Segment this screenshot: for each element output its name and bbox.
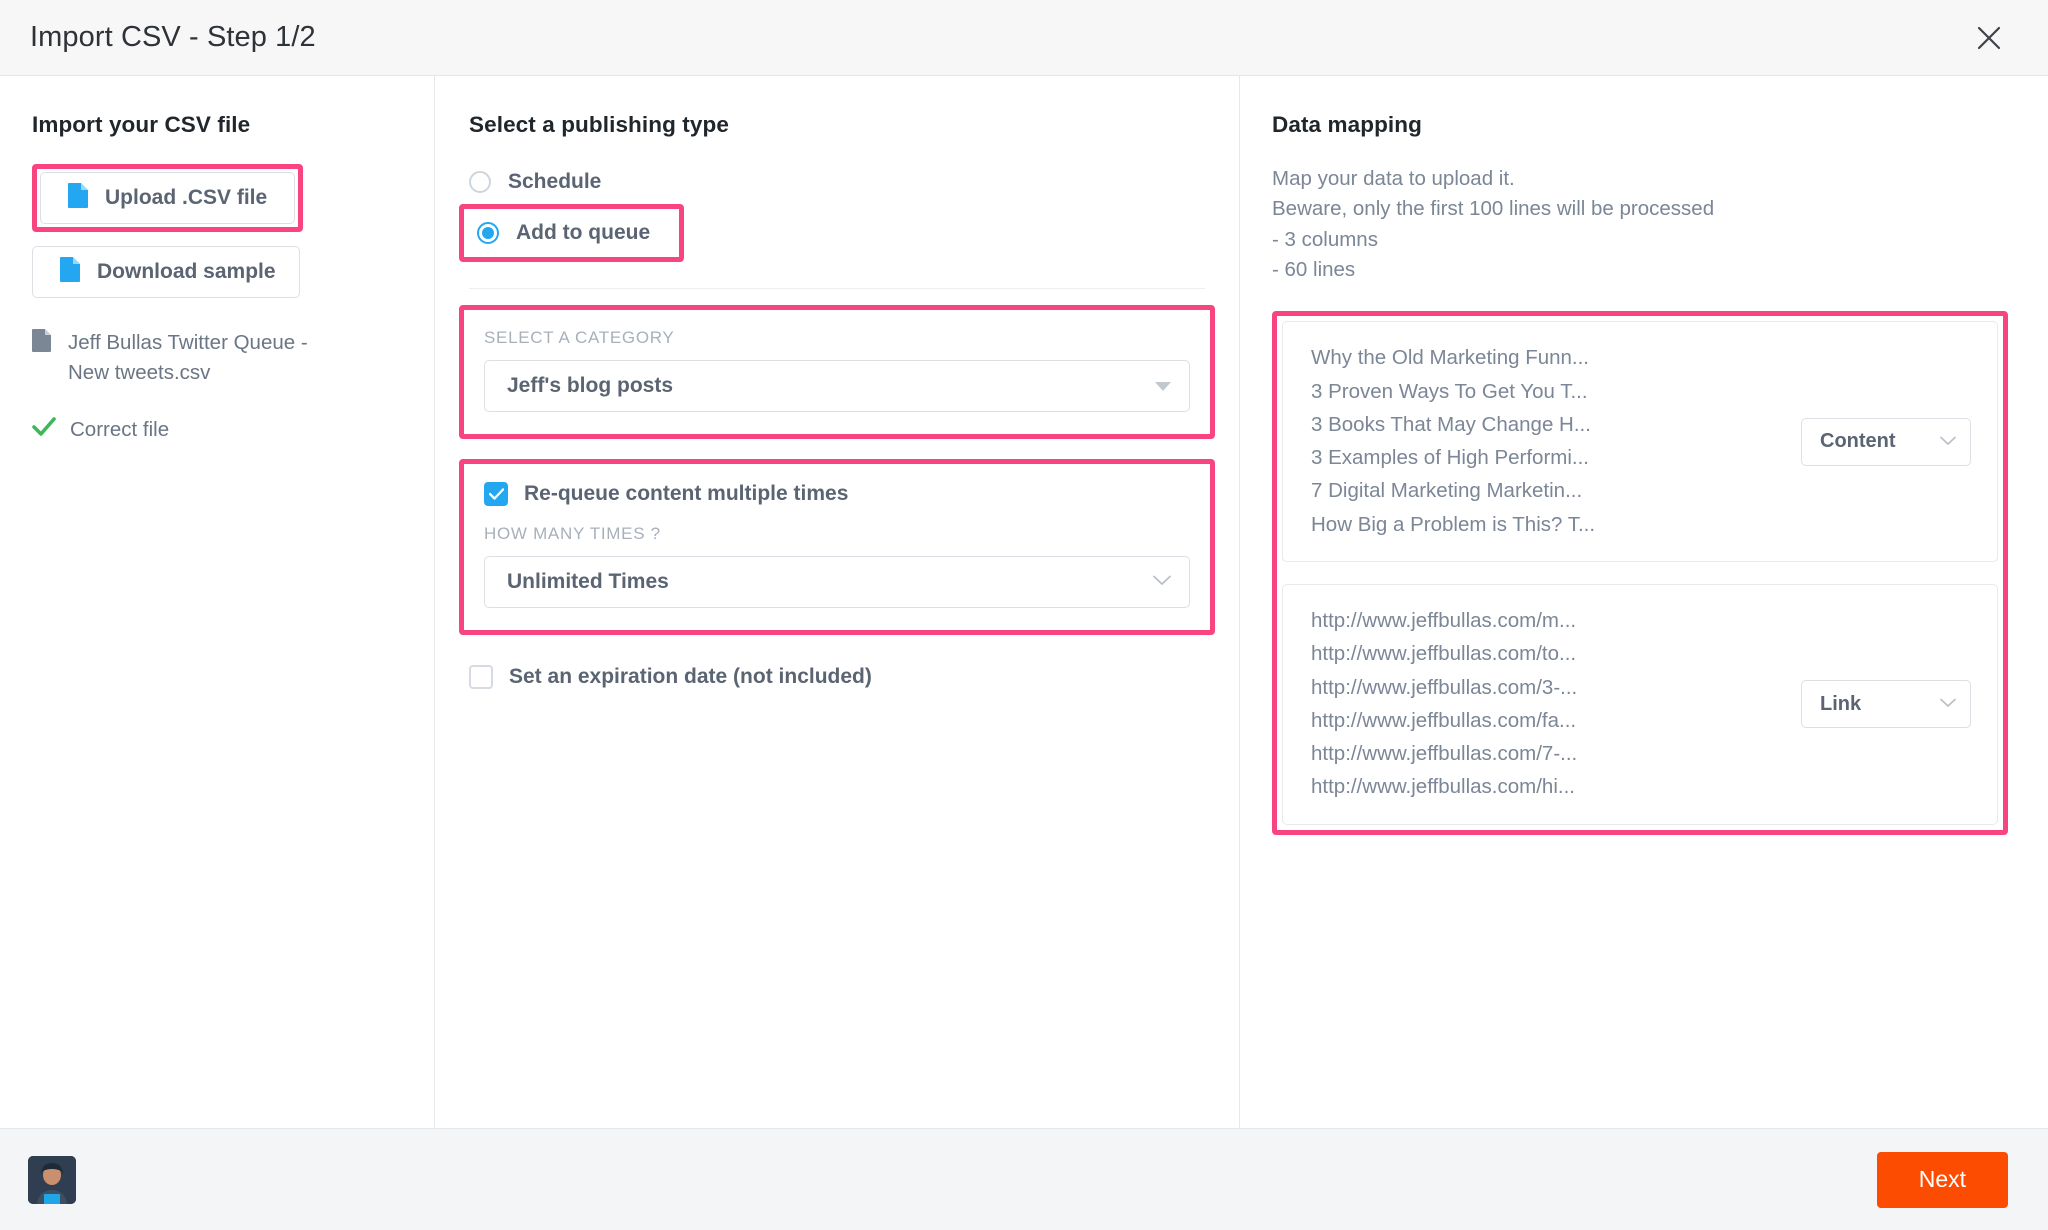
uploaded-file-name: Jeff Bullas Twitter Queue - New tweets.c… bbox=[68, 331, 308, 384]
list-item: http://www.jeffbullas.com/3-... bbox=[1311, 675, 1578, 699]
description-line: Beware, only the first 100 lines will be… bbox=[1272, 197, 1715, 221]
mapping-group-spacer bbox=[1282, 562, 1998, 574]
download-sample-label: Download sample bbox=[97, 260, 276, 283]
radio-schedule-label: Schedule bbox=[508, 170, 602, 193]
category-field-group: SELECT A CATEGORY Jeff's blog posts bbox=[468, 314, 1206, 430]
section-divider bbox=[469, 288, 1205, 289]
how-many-times-value: Unlimited Times bbox=[507, 570, 669, 593]
file-status-label: Correct file bbox=[70, 417, 170, 441]
mapping-preview-list: http://www.jeffbullas.com/m... http://ww… bbox=[1311, 607, 1577, 802]
mapping-type-select-link[interactable]: Link bbox=[1801, 680, 1971, 729]
expiration-checkbox-label: Set an expiration date (not included) bbox=[509, 665, 872, 688]
publishing-type-panel: Select a publishing type Schedule Add to… bbox=[435, 76, 1240, 1128]
download-sample-button[interactable]: Download sample bbox=[32, 246, 300, 298]
upload-csv-button[interactable]: Upload .CSV file bbox=[40, 172, 295, 224]
data-mapping-panel: Data mapping Map your data to upload it.… bbox=[1240, 76, 2048, 1128]
requeue-checkbox-row[interactable]: Re-queue content multiple times bbox=[484, 482, 1190, 506]
requeue-field-group: Re-queue content multiple times HOW MANY… bbox=[468, 468, 1206, 626]
description-line: Map your data to upload it. bbox=[1272, 167, 1515, 190]
publishing-type-heading: Select a publishing type bbox=[469, 112, 729, 137]
file-icon bbox=[32, 328, 52, 357]
checkbox-unchecked-icon bbox=[469, 665, 493, 689]
description-line: - 60 lines bbox=[1272, 257, 1356, 281]
mapping-type-value: Link bbox=[1820, 692, 1862, 715]
list-item: http://www.jeffbullas.com/hi... bbox=[1311, 775, 1575, 799]
chevron-down-icon bbox=[1153, 573, 1171, 591]
import-file-heading: Import your CSV file bbox=[32, 112, 251, 137]
mapping-group-content: Why the Old Marketing Funn... 3 Proven W… bbox=[1282, 321, 1998, 562]
list-item: http://www.jeffbullas.com/fa... bbox=[1311, 708, 1577, 732]
list-item: http://www.jeffbullas.com/to... bbox=[1311, 642, 1577, 666]
mapping-type-value: Content bbox=[1820, 430, 1896, 453]
chevron-down-icon bbox=[1940, 695, 1956, 713]
list-item: 3 Books That May Change H... bbox=[1311, 412, 1591, 436]
category-select-value: Jeff's blog posts bbox=[507, 374, 674, 397]
radio-add-to-queue[interactable]: Add to queue bbox=[467, 212, 677, 254]
list-item: 3 Proven Ways To Get You T... bbox=[1311, 379, 1588, 403]
modal-footer: Next bbox=[0, 1128, 2048, 1230]
radio-add-to-queue-highlight: Add to queue bbox=[459, 204, 685, 262]
data-mapping-highlight: Why the Old Marketing Funn... 3 Proven W… bbox=[1272, 311, 2008, 835]
description-line: - 3 columns bbox=[1272, 227, 1378, 251]
file-icon bbox=[59, 256, 81, 288]
chevron-down-icon bbox=[1155, 381, 1171, 391]
data-mapping-description: Map your data to upload it. Beware, only… bbox=[1272, 164, 2008, 285]
page-title: Import CSV - Step 1/2 bbox=[30, 21, 316, 53]
import-file-panel: Import your CSV file Upload .CSV file Do… bbox=[0, 76, 435, 1128]
upload-csv-label: Upload .CSV file bbox=[105, 186, 268, 209]
data-mapping-heading: Data mapping bbox=[1272, 112, 1422, 137]
list-item: Why the Old Marketing Funn... bbox=[1311, 346, 1590, 370]
list-item: How Big a Problem is This? T... bbox=[1311, 512, 1596, 536]
category-field-label: SELECT A CATEGORY bbox=[484, 328, 675, 347]
requeue-highlight: Re-queue content multiple times HOW MANY… bbox=[459, 459, 1215, 635]
mapping-group-link: http://www.jeffbullas.com/m... http://ww… bbox=[1282, 584, 1998, 825]
chevron-down-icon bbox=[1940, 433, 1956, 451]
upload-button-highlight: Upload .CSV file bbox=[32, 164, 303, 232]
close-icon[interactable] bbox=[1966, 15, 2012, 61]
radio-selected-icon bbox=[477, 222, 499, 244]
avatar[interactable] bbox=[28, 1155, 76, 1204]
file-status-row: Correct file bbox=[32, 417, 402, 442]
import-csv-modal: Import CSV - Step 1/2 Import your CSV fi… bbox=[0, 0, 2048, 1230]
next-button[interactable]: Next bbox=[1876, 1151, 2008, 1208]
file-icon bbox=[67, 182, 89, 214]
mapping-type-select-content[interactable]: Content bbox=[1801, 417, 1971, 466]
list-item: http://www.jeffbullas.com/7-... bbox=[1311, 742, 1578, 766]
expiration-checkbox-row[interactable]: Set an expiration date (not included) bbox=[469, 665, 1239, 689]
radio-add-to-queue-label: Add to queue bbox=[516, 221, 651, 244]
how-many-times-label: HOW MANY TIMES ? bbox=[484, 524, 661, 543]
checkbox-checked-icon bbox=[484, 482, 508, 506]
list-item: http://www.jeffbullas.com/m... bbox=[1311, 609, 1577, 632]
list-item: 3 Examples of High Performi... bbox=[1311, 446, 1589, 470]
uploaded-file-row: Jeff Bullas Twitter Queue - New tweets.c… bbox=[32, 328, 402, 387]
category-select[interactable]: Jeff's blog posts bbox=[484, 360, 1190, 412]
modal-titlebar: Import CSV - Step 1/2 bbox=[0, 0, 2048, 76]
how-many-times-select[interactable]: Unlimited Times bbox=[484, 556, 1190, 608]
mapping-preview-list: Why the Old Marketing Funn... 3 Proven W… bbox=[1311, 344, 1595, 539]
check-icon bbox=[32, 417, 56, 442]
modal-body: Import your CSV file Upload .CSV file Do… bbox=[0, 76, 2048, 1128]
radio-schedule[interactable]: Schedule bbox=[435, 164, 1239, 200]
list-item: 7 Digital Marketing Marketin... bbox=[1311, 479, 1583, 503]
requeue-checkbox-label: Re-queue content multiple times bbox=[524, 482, 849, 505]
category-highlight: SELECT A CATEGORY Jeff's blog posts bbox=[459, 305, 1215, 439]
radio-unselected-icon bbox=[469, 171, 491, 193]
